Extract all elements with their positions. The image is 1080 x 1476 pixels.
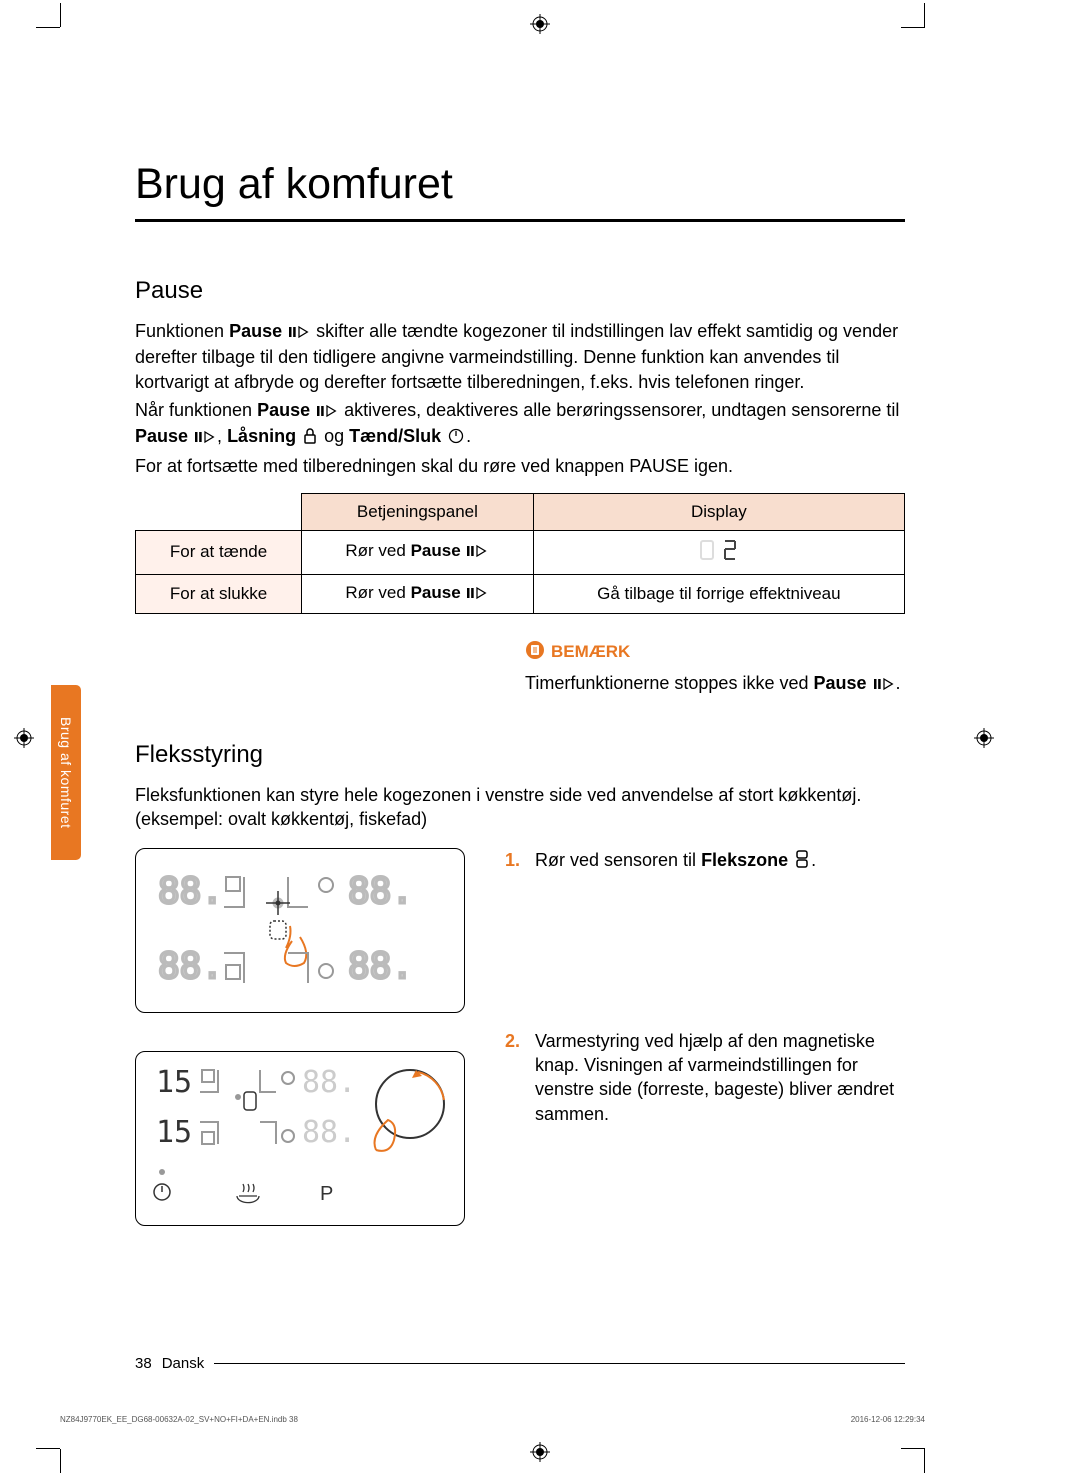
pause-paragraph-3: For at fortsætte med tilberedningen skal… <box>135 454 905 478</box>
side-tab-label: Brug af komfuret <box>58 717 74 829</box>
text: , <box>217 426 227 446</box>
crop-mark <box>901 27 925 28</box>
step-text: Rør ved sensoren til Flekszone . <box>535 848 816 874</box>
text: Når funktionen <box>135 400 257 420</box>
svg-text:88.: 88. <box>348 871 413 912</box>
crop-mark <box>901 1448 925 1449</box>
pause-play-icon <box>317 400 337 424</box>
text: Rør ved sensoren til <box>535 850 701 870</box>
td-row1-panel: Rør ved Pause <box>302 530 534 574</box>
print-footer: NZ84J9770EK_EE_DG68-00632A-02_SV+NO+FI+D… <box>60 1415 925 1424</box>
svg-text:88.: 88. <box>302 1115 356 1150</box>
print-file: NZ84J9770EK_EE_DG68-00632A-02_SV+NO+FI+D… <box>60 1415 298 1424</box>
td-row2-panel: Rør ved Pause <box>302 574 534 613</box>
flex-row-2: 15 88. 15 <box>135 1029 905 1226</box>
section-flex: Fleksstyring Fleksfunktionen kan styre h… <box>135 741 905 1226</box>
crop-mark <box>36 1448 60 1449</box>
text: og <box>319 426 349 446</box>
display-segment-icon <box>699 539 739 561</box>
td-row1-display <box>533 530 904 574</box>
pause-play-icon <box>467 543 487 563</box>
text-bold: Låsning <box>227 426 301 446</box>
svg-text:88.: 88. <box>302 1065 356 1100</box>
power-icon <box>448 426 464 450</box>
svg-text:88.: 88. <box>158 871 223 912</box>
svg-text:88.: 88. <box>348 946 413 987</box>
text-bold: Pause <box>411 541 466 560</box>
text-bold: Pause <box>135 426 193 446</box>
text: Rør ved <box>345 541 410 560</box>
registration-mark <box>14 728 34 748</box>
print-timestamp: 2016-12-06 12:29:34 <box>851 1415 925 1424</box>
svg-text:15: 15 <box>156 1065 192 1100</box>
note-box: BEMÆRK Timerfunktionerne stoppes ikke ve… <box>525 640 905 697</box>
control-panel-diagram-1: 88. 88. <box>135 848 465 1013</box>
crop-mark <box>60 3 61 27</box>
td-row1-label: For at tænde <box>136 530 302 574</box>
text-bold: Pause <box>257 400 315 420</box>
svg-text:P: P <box>320 1183 333 1205</box>
svg-text:15: 15 <box>156 1115 192 1150</box>
text-bold: Flekszone <box>701 850 793 870</box>
pause-paragraph-1: Funktionen Pause skifter alle tændte kog… <box>135 319 905 394</box>
control-panel-diagram-2: 15 88. 15 <box>135 1051 465 1226</box>
step-2: 2. Varmestyring ved hjælp af den magneti… <box>505 1029 905 1126</box>
registration-mark <box>530 14 550 34</box>
pause-play-icon <box>289 321 309 345</box>
note-heading-text: BEMÆRK <box>551 642 630 662</box>
footer-rule <box>214 1363 905 1364</box>
text: Funktionen <box>135 321 229 341</box>
flex-intro: Fleksfunktionen kan styre hele kogezonen… <box>135 783 905 832</box>
step-text: Varmestyring ved hjælp af den magnetiske… <box>535 1029 905 1126</box>
text: Timerfunktionerne stoppes ikke ved <box>525 673 813 693</box>
step-item: 1. Rør ved sensoren til Flekszone . <box>505 848 905 874</box>
pause-play-icon <box>195 426 215 450</box>
pause-paragraph-2: Når funktionen Pause aktiveres, deaktive… <box>135 398 905 451</box>
note-heading: BEMÆRK <box>525 640 905 665</box>
crop-mark <box>924 3 925 27</box>
section-heading-flex: Fleksstyring <box>135 741 905 769</box>
registration-mark <box>974 728 994 748</box>
th-display: Display <box>533 493 904 530</box>
text-bold: Pause <box>813 673 871 693</box>
text: . <box>811 850 816 870</box>
text-bold: Pause <box>229 321 287 341</box>
page-footer: 38 Dansk <box>135 1355 905 1372</box>
table-empty-cell <box>136 493 302 530</box>
page-title: Brug af komfuret <box>135 160 905 222</box>
svg-text:88.: 88. <box>158 946 223 987</box>
text: . <box>466 426 471 446</box>
section-heading-pause: Pause <box>135 277 905 305</box>
page-language: Dansk <box>162 1355 205 1372</box>
step-number: 2. <box>505 1029 525 1126</box>
crop-mark <box>36 27 60 28</box>
crop-mark <box>924 1449 925 1473</box>
pause-play-icon <box>467 585 487 605</box>
crop-mark <box>60 1449 61 1473</box>
text-bold: Pause <box>411 583 466 602</box>
td-row2-display: Gå tilbage til forrige effektniveau <box>533 574 904 613</box>
note-text: Timerfunktionerne stoppes ikke ved Pause… <box>525 671 905 697</box>
flex-row-1: 88. 88. <box>135 848 905 1013</box>
step-number: 1. <box>505 848 525 874</box>
text-bold: Tænd/Sluk <box>349 426 446 446</box>
side-tab: Brug af komfuret <box>51 685 81 860</box>
registration-mark <box>530 1442 550 1462</box>
flexzone-icon <box>795 850 809 874</box>
text: Rør ved <box>345 583 410 602</box>
page-number: 38 <box>135 1355 152 1372</box>
page-content: Brug af komfuret Pause Funktionen Pause … <box>135 160 905 1226</box>
lock-icon <box>303 426 317 450</box>
pause-table: Betjeningspanel Display For at tænde Rør… <box>135 493 905 614</box>
th-panel: Betjeningspanel <box>302 493 534 530</box>
text: aktiveres, deaktiveres alle berøringssen… <box>339 400 899 420</box>
note-icon <box>525 640 545 665</box>
step-1: 1. Rør ved sensoren til Flekszone . <box>505 848 905 874</box>
text: . <box>896 673 901 693</box>
td-row2-label: For at slukke <box>136 574 302 613</box>
step-item: 2. Varmestyring ved hjælp af den magneti… <box>505 1029 905 1126</box>
pause-play-icon <box>874 673 894 697</box>
